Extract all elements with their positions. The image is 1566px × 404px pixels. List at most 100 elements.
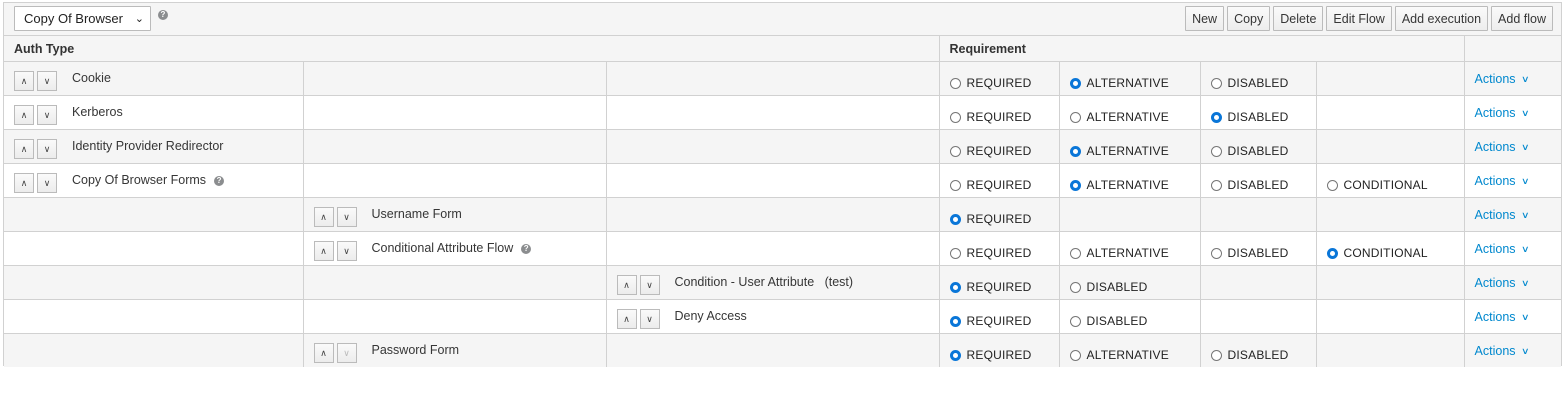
move-down-button[interactable]: ∨ bbox=[37, 139, 57, 159]
requirement-cell bbox=[1316, 265, 1465, 300]
help-icon[interactable]: ? bbox=[521, 243, 532, 254]
radio-button[interactable] bbox=[949, 77, 961, 89]
execution-name-cell: ∧ ∨ Identity Provider Redirector bbox=[14, 134, 293, 159]
requirement-option-required[interactable]: REQUIRED bbox=[949, 135, 1049, 158]
radio-button[interactable] bbox=[1069, 145, 1081, 157]
requirement-option-conditional[interactable]: CONDITIONAL bbox=[1326, 169, 1454, 192]
flow-select[interactable]: Copy Of Browser ⌄ bbox=[14, 6, 151, 31]
radio-button[interactable] bbox=[949, 213, 961, 225]
edit-flow-button[interactable]: Edit Flow bbox=[1326, 6, 1392, 31]
requirement-option-alternative[interactable]: ALTERNATIVE bbox=[1069, 169, 1190, 192]
radio-button[interactable] bbox=[949, 281, 961, 293]
add-execution-button[interactable]: Add execution bbox=[1394, 6, 1489, 31]
move-down-button[interactable]: ∨ bbox=[37, 105, 57, 125]
radio-button[interactable] bbox=[1210, 77, 1222, 89]
radio-button[interactable] bbox=[1069, 111, 1081, 123]
radio-button[interactable] bbox=[1210, 145, 1222, 157]
radio-button[interactable] bbox=[949, 145, 961, 157]
radio-button[interactable] bbox=[949, 349, 961, 361]
actions-dropdown[interactable]: Actions ∨ bbox=[1475, 68, 1552, 89]
actions-label: Actions bbox=[1474, 72, 1516, 86]
requirement-option-disabled[interactable]: DISABLED bbox=[1069, 271, 1190, 294]
radio-button[interactable] bbox=[1210, 179, 1222, 191]
requirement-option-required[interactable]: REQUIRED bbox=[949, 101, 1049, 124]
requirement-option-required[interactable]: REQUIRED bbox=[949, 203, 1049, 226]
radio-button[interactable] bbox=[1069, 349, 1081, 361]
requirement-option-alternative[interactable]: ALTERNATIVE bbox=[1069, 237, 1190, 260]
requirement-option-required[interactable]: REQUIRED bbox=[949, 237, 1049, 260]
actions-dropdown[interactable]: Actions ∨ bbox=[1475, 136, 1552, 157]
requirement-option-conditional[interactable]: CONDITIONAL bbox=[1326, 237, 1454, 260]
requirement-cell: REQUIRED bbox=[939, 129, 1060, 164]
actions-dropdown[interactable]: Actions ∨ bbox=[1475, 272, 1552, 293]
move-down-button[interactable]: ∨ bbox=[336, 343, 357, 363]
move-up-button[interactable]: ∧ bbox=[616, 309, 637, 329]
requirement-option-disabled[interactable]: DISABLED bbox=[1210, 101, 1306, 124]
execution-name: Conditional Attribute Flow? bbox=[372, 238, 532, 258]
radio-button[interactable] bbox=[949, 247, 961, 259]
requirement-option-required[interactable]: REQUIRED bbox=[949, 169, 1049, 192]
move-up-button[interactable]: ∧ bbox=[14, 105, 34, 125]
radio-button[interactable] bbox=[1069, 77, 1081, 89]
radio-button[interactable] bbox=[1210, 247, 1222, 259]
help-icon[interactable]: ? bbox=[214, 175, 225, 186]
requirement-option-alternative[interactable]: ALTERNATIVE bbox=[1069, 67, 1190, 90]
actions-dropdown[interactable]: Actions ∨ bbox=[1475, 238, 1552, 259]
move-up-button[interactable]: ∧ bbox=[14, 173, 34, 193]
radio-button[interactable] bbox=[1326, 179, 1338, 191]
actions-dropdown[interactable]: Actions ∨ bbox=[1475, 102, 1552, 123]
add-flow-button[interactable]: Add flow bbox=[1491, 6, 1553, 31]
actions-label: Actions bbox=[1474, 106, 1516, 120]
radio-button[interactable] bbox=[1326, 247, 1338, 259]
move-down-button[interactable]: ∨ bbox=[37, 71, 57, 91]
new-button[interactable]: New bbox=[1185, 6, 1225, 31]
help-icon[interactable]: ? bbox=[158, 10, 168, 20]
radio-button[interactable] bbox=[1210, 111, 1222, 123]
requirement-option-disabled[interactable]: DISABLED bbox=[1210, 67, 1306, 90]
actions-dropdown[interactable]: Actions ∨ bbox=[1475, 170, 1552, 191]
requirement-option-disabled[interactable]: DISABLED bbox=[1210, 135, 1306, 158]
requirement-cell: CONDITIONAL bbox=[1316, 163, 1465, 198]
move-down-button[interactable]: ∨ bbox=[336, 207, 357, 227]
copy-button[interactable]: Copy bbox=[1227, 6, 1271, 31]
radio-button[interactable] bbox=[1069, 247, 1081, 259]
move-up-button[interactable]: ∧ bbox=[313, 207, 334, 227]
move-down-button[interactable]: ∨ bbox=[639, 275, 660, 295]
move-down-button[interactable]: ∨ bbox=[639, 309, 660, 329]
radio-button[interactable] bbox=[1069, 281, 1081, 293]
move-up-button[interactable]: ∧ bbox=[14, 139, 34, 159]
actions-dropdown[interactable]: Actions ∨ bbox=[1475, 204, 1552, 225]
auth-type-cell: ∧ ∨ Conditional Attribute Flow? bbox=[303, 231, 607, 266]
requirement-option-label: ALTERNATIVE bbox=[1086, 144, 1169, 158]
actions-dropdown[interactable]: Actions ∨ bbox=[1475, 340, 1552, 361]
table-row: ∧ ∨ Cookie REQUIRED ALTERNATIVE DISABLED Actio… bbox=[4, 61, 1562, 96]
move-down-button[interactable]: ∨ bbox=[336, 241, 357, 261]
radio-button[interactable] bbox=[1069, 315, 1081, 327]
requirement-option-required[interactable]: REQUIRED bbox=[949, 271, 1049, 294]
move-up-button[interactable]: ∧ bbox=[313, 241, 334, 261]
priority-arrows: ∧ ∨ bbox=[313, 241, 357, 261]
radio-button[interactable] bbox=[1069, 179, 1081, 191]
requirement-option-disabled[interactable]: DISABLED bbox=[1210, 169, 1306, 192]
requirement-option-required[interactable]: REQUIRED bbox=[949, 305, 1049, 328]
radio-button[interactable] bbox=[1210, 349, 1222, 361]
requirement-option-disabled[interactable]: DISABLED bbox=[1069, 305, 1190, 328]
move-down-button[interactable]: ∨ bbox=[37, 173, 57, 193]
move-up-button[interactable]: ∧ bbox=[616, 275, 637, 295]
requirement-option-disabled[interactable]: DISABLED bbox=[1210, 237, 1306, 260]
radio-button[interactable] bbox=[949, 111, 961, 123]
move-up-button[interactable]: ∧ bbox=[313, 343, 334, 363]
actions-label: Actions bbox=[1474, 344, 1516, 358]
actions-dropdown[interactable]: Actions ∨ bbox=[1475, 306, 1552, 327]
requirement-option-required[interactable]: REQUIRED bbox=[949, 67, 1049, 90]
requirement-option-required[interactable]: REQUIRED bbox=[949, 339, 1049, 362]
radio-button[interactable] bbox=[949, 179, 961, 191]
requirement-option-alternative[interactable]: ALTERNATIVE bbox=[1069, 339, 1190, 362]
delete-button[interactable]: Delete bbox=[1273, 6, 1324, 31]
requirement-option-alternative[interactable]: ALTERNATIVE bbox=[1069, 135, 1190, 158]
requirement-option-label: DISABLED bbox=[1227, 348, 1289, 362]
requirement-option-disabled[interactable]: DISABLED bbox=[1210, 339, 1306, 362]
requirement-option-alternative[interactable]: ALTERNATIVE bbox=[1069, 101, 1190, 124]
radio-button[interactable] bbox=[949, 315, 961, 327]
move-up-button[interactable]: ∧ bbox=[14, 71, 34, 91]
